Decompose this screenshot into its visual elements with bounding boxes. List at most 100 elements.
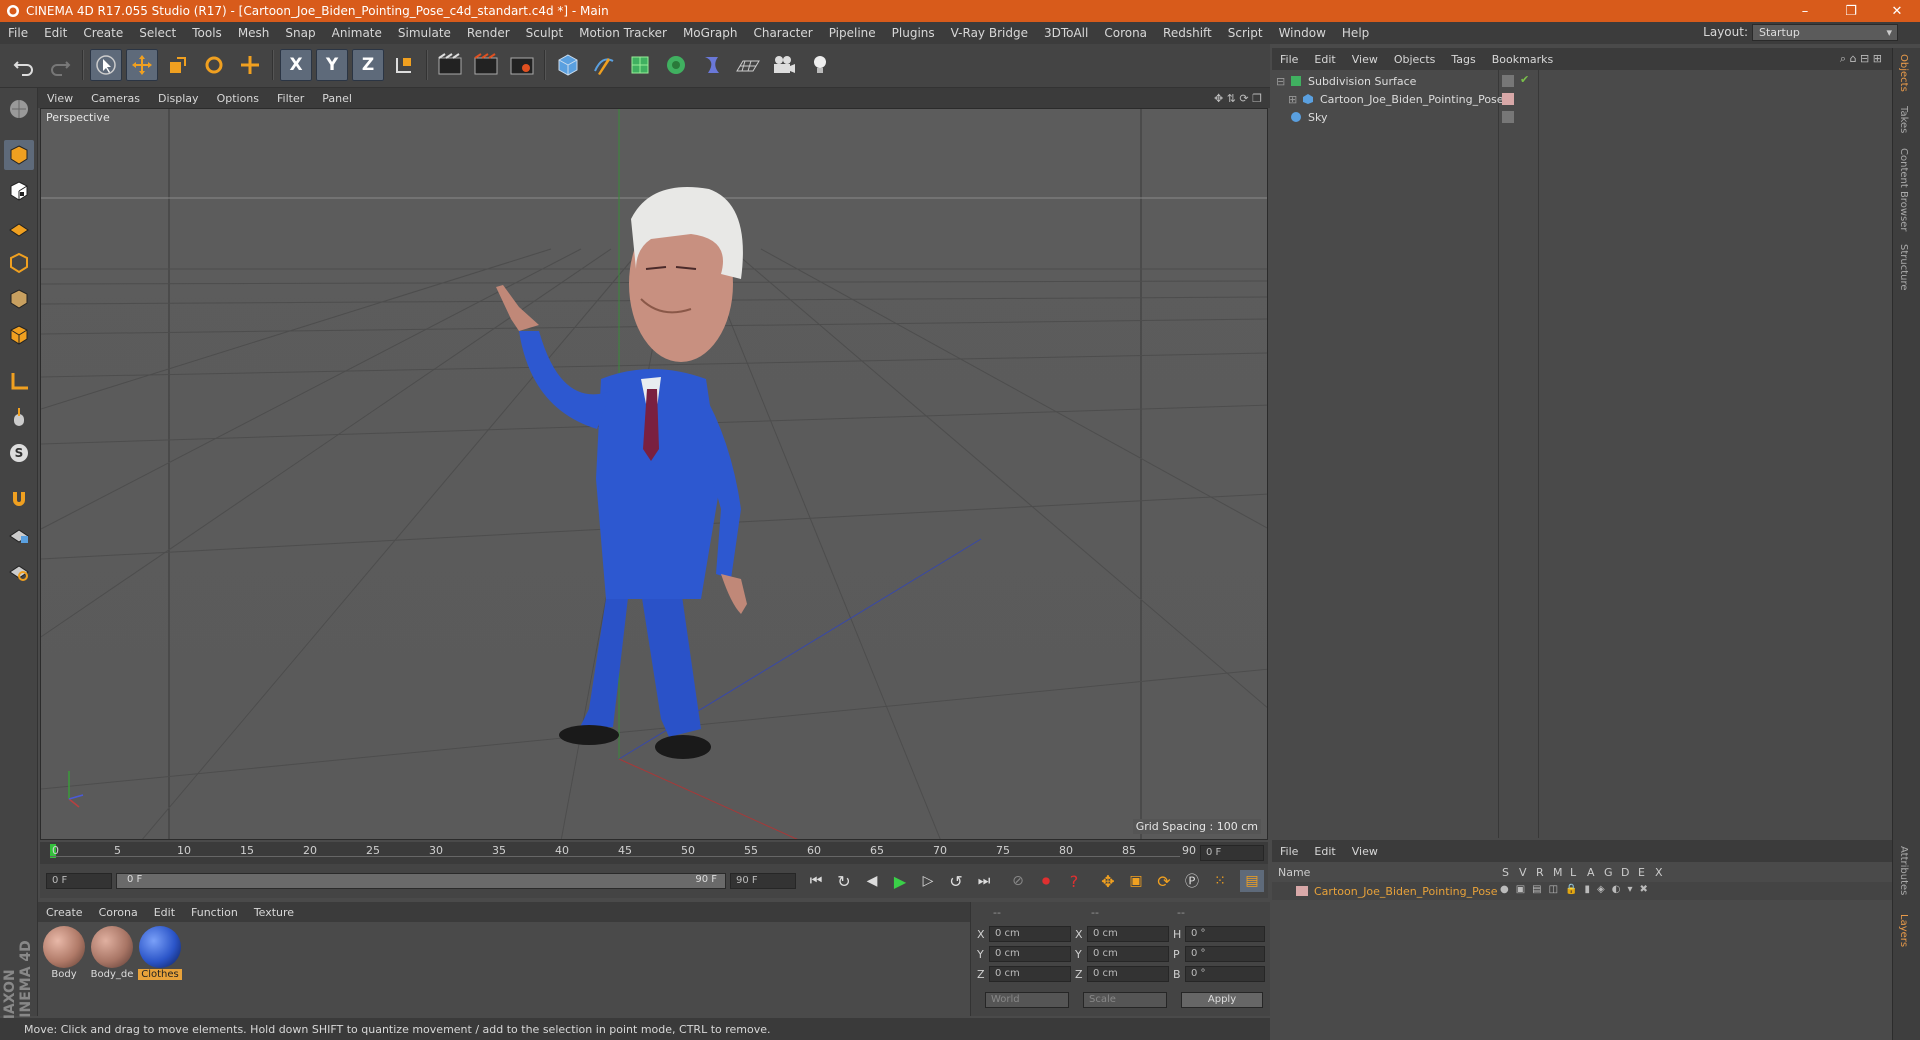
edge-mode-icon[interactable] — [4, 284, 34, 314]
snapping-icon[interactable]: S — [4, 438, 34, 468]
point-mode-icon[interactable] — [4, 248, 34, 278]
rotation-b-field[interactable]: 0 ° — [1185, 966, 1265, 982]
key-rotation-icon[interactable]: ⟳ — [1152, 870, 1176, 892]
previous-frame-icon[interactable]: ◀ — [860, 870, 884, 892]
play-icon[interactable]: ▶ — [888, 870, 912, 892]
size-mode-select[interactable]: Scale — [1083, 992, 1167, 1008]
layer-tag-icon[interactable] — [1502, 111, 1514, 123]
menu-vray-bridge[interactable]: V-Ray Bridge — [943, 26, 1036, 40]
subdivision-surface-icon[interactable] — [624, 49, 656, 81]
menu-simulate[interactable]: Simulate — [390, 26, 459, 40]
keyframe-selection-icon[interactable]: ? — [1062, 870, 1086, 892]
locked-workplane-icon[interactable] — [4, 520, 34, 550]
menu-animate[interactable]: Animate — [324, 26, 390, 40]
viewport-menu-filter[interactable]: Filter — [268, 92, 313, 105]
menu-window[interactable]: Window — [1271, 26, 1334, 40]
coordinate-space-select[interactable]: World — [985, 992, 1069, 1008]
position-x-field[interactable]: 0 cm — [989, 926, 1071, 942]
next-keyframe-icon[interactable]: ↺ — [944, 870, 968, 892]
model-mode-icon[interactable] — [4, 140, 34, 170]
rotation-p-field[interactable]: 0 ° — [1185, 946, 1265, 962]
pen-spline-icon[interactable] — [588, 49, 620, 81]
z-axis-lock-button[interactable]: Z — [352, 49, 384, 81]
transform-tool-icon[interactable] — [234, 49, 266, 81]
objects-menu-edit[interactable]: Edit — [1306, 53, 1343, 66]
material-menu-texture[interactable]: Texture — [246, 906, 302, 919]
object-manager-nav-icons[interactable]: ⌕ ⌂ ⊟ ⊞ — [1812, 52, 1882, 66]
menu-file[interactable]: File — [0, 26, 36, 40]
texture-mode-icon[interactable] — [4, 176, 34, 206]
layer-color-swatch[interactable] — [1296, 886, 1308, 896]
menu-plugins[interactable]: Plugins — [884, 26, 943, 40]
cube-primitive-icon[interactable] — [552, 49, 584, 81]
rotate-tool-icon[interactable] — [198, 49, 230, 81]
rotation-h-field[interactable]: 0 ° — [1185, 926, 1265, 942]
material-tag-icon[interactable] — [1502, 93, 1514, 105]
perspective-viewport[interactable]: Perspective Grid Spacing : 100 cm — [40, 108, 1268, 840]
timeline-ruler[interactable]: 0 5 10 15 20 25 30 35 40 45 50 55 60 65 … — [40, 842, 1268, 864]
make-editable-icon[interactable] — [4, 94, 34, 124]
layer-row[interactable]: Cartoon_Joe_Biden_Pointing_Pose ●▣▤◫🔒▮◈◐… — [1272, 882, 1892, 900]
axis-mode-icon[interactable] — [4, 366, 34, 396]
menu-3dtoall[interactable]: 3DToAll — [1036, 26, 1096, 40]
menu-select[interactable]: Select — [131, 26, 184, 40]
deformer-icon[interactable] — [696, 49, 728, 81]
scale-tool-icon[interactable] — [162, 49, 194, 81]
objects-menu-file[interactable]: File — [1272, 53, 1306, 66]
camera-icon[interactable] — [768, 49, 800, 81]
layers-menu-view[interactable]: View — [1344, 845, 1386, 858]
object-row[interactable]: Sky — [1272, 108, 1892, 126]
y-axis-lock-button[interactable]: Y — [316, 49, 348, 81]
go-to-end-icon[interactable]: ⏭ — [972, 870, 996, 892]
current-frame-field[interactable]: 0 F — [1200, 845, 1264, 861]
tab-attributes[interactable]: Attributes — [1898, 846, 1909, 895]
tweak-mode-icon[interactable] — [4, 402, 34, 432]
menu-edit[interactable]: Edit — [36, 26, 75, 40]
previous-keyframe-icon[interactable]: ↻ — [832, 870, 856, 892]
key-position-icon[interactable]: ✥ — [1096, 870, 1120, 892]
objects-menu-bookmarks[interactable]: Bookmarks — [1484, 53, 1561, 66]
tab-takes[interactable]: Takes — [1898, 106, 1909, 133]
record-keys-icon[interactable]: ⊘ — [1006, 870, 1030, 892]
enabled-check-icon[interactable]: ✔ — [1520, 73, 1529, 86]
menu-mograph[interactable]: MoGraph — [675, 26, 746, 40]
material-body-de[interactable]: Body_de — [90, 926, 134, 980]
size-z-field[interactable]: 0 cm — [1087, 966, 1169, 982]
tab-layers[interactable]: Layers — [1898, 914, 1909, 947]
x-axis-lock-button[interactable]: X — [280, 49, 312, 81]
viewport-menu-display[interactable]: Display — [149, 92, 208, 105]
menu-help[interactable]: Help — [1334, 26, 1377, 40]
collapse-icon[interactable]: ⊟ — [1276, 75, 1288, 88]
viewport-menu-options[interactable]: Options — [208, 92, 268, 105]
key-parameter-icon[interactable]: Ⓟ — [1180, 870, 1204, 892]
workplane-mode-icon[interactable] — [4, 212, 34, 242]
light-icon[interactable] — [804, 49, 836, 81]
coordinate-system-icon[interactable] — [388, 49, 420, 81]
polygon-mode-icon[interactable] — [4, 320, 34, 350]
render-settings-icon[interactable] — [506, 49, 538, 81]
redo-icon[interactable] — [44, 49, 76, 81]
menu-redshift[interactable]: Redshift — [1155, 26, 1220, 40]
layout-select[interactable]: Startup — [1752, 24, 1898, 41]
menu-render[interactable]: Render — [459, 26, 518, 40]
planar-workplane-icon[interactable] — [4, 556, 34, 586]
layers-menu-file[interactable]: File — [1272, 845, 1306, 858]
key-pla-icon[interactable]: ⁙ — [1208, 870, 1232, 892]
menu-corona[interactable]: Corona — [1096, 26, 1155, 40]
objects-menu-view[interactable]: View — [1344, 53, 1386, 66]
live-selection-icon[interactable] — [90, 49, 122, 81]
render-picture-viewer-icon[interactable] — [470, 49, 502, 81]
undo-icon[interactable] — [8, 49, 40, 81]
key-scale-icon[interactable]: ▣ — [1124, 870, 1148, 892]
render-view-icon[interactable] — [434, 49, 466, 81]
menu-sculpt[interactable]: Sculpt — [518, 26, 571, 40]
menu-snap[interactable]: Snap — [277, 26, 323, 40]
cloner-icon[interactable] — [660, 49, 692, 81]
position-y-field[interactable]: 0 cm — [989, 946, 1071, 962]
menu-pipeline[interactable]: Pipeline — [821, 26, 884, 40]
end-frame-field[interactable]: 90 F — [730, 873, 796, 889]
floor-icon[interactable] — [732, 49, 764, 81]
menu-mesh[interactable]: Mesh — [230, 26, 278, 40]
position-z-field[interactable]: 0 cm — [989, 966, 1071, 982]
move-tool-icon[interactable] — [126, 49, 158, 81]
